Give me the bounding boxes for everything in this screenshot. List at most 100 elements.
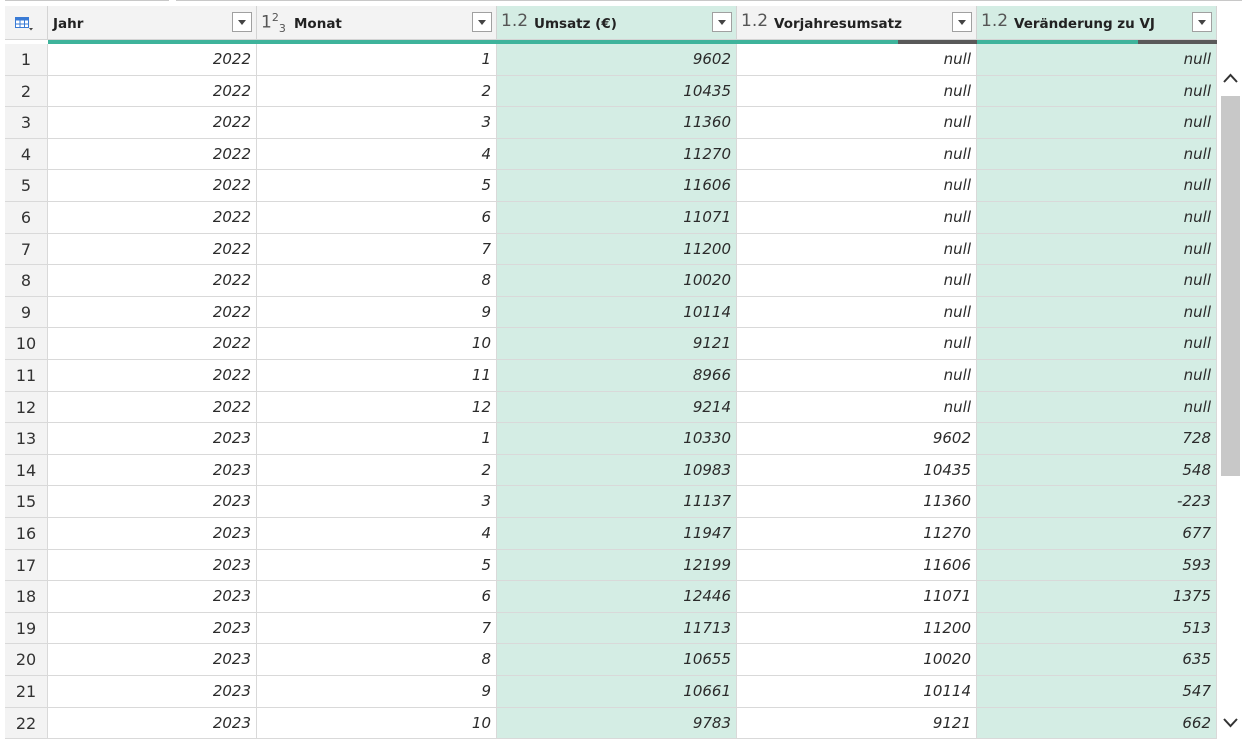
table-row[interactable]: 3 2022 3 11360 null null bbox=[5, 107, 1217, 139]
cell-jahr[interactable]: 2022 bbox=[48, 44, 257, 76]
table-row[interactable]: 11 2022 11 8966 null null bbox=[5, 360, 1217, 392]
row-number[interactable]: 21 bbox=[5, 676, 48, 708]
cell-vorjahresumsatz[interactable]: null bbox=[737, 296, 977, 329]
cell-umsatz[interactable]: 8966 bbox=[497, 360, 737, 392]
cell-monat[interactable]: 10 bbox=[257, 328, 497, 360]
cell-umsatz[interactable]: 9214 bbox=[497, 391, 737, 424]
cell-veraenderung[interactable]: -223 bbox=[977, 486, 1217, 518]
row-number[interactable]: 13 bbox=[5, 423, 48, 455]
cell-monat[interactable]: 3 bbox=[257, 486, 497, 518]
cell-umsatz[interactable]: 11947 bbox=[497, 518, 737, 550]
cell-vorjahresumsatz[interactable]: 10114 bbox=[737, 676, 977, 708]
cell-jahr[interactable]: 2022 bbox=[48, 328, 257, 360]
table-row[interactable]: 22 2023 10 9783 9121 662 bbox=[5, 707, 1217, 739]
cell-vorjahresumsatz[interactable]: null bbox=[737, 138, 977, 171]
cell-monat[interactable]: 7 bbox=[257, 612, 497, 645]
row-number[interactable]: 20 bbox=[5, 644, 48, 676]
cell-veraenderung[interactable]: null bbox=[977, 170, 1217, 202]
cell-vorjahresumsatz[interactable]: 11606 bbox=[737, 549, 977, 582]
cell-vorjahresumsatz[interactable]: 11360 bbox=[737, 486, 977, 518]
cell-veraenderung[interactable]: null bbox=[977, 360, 1217, 392]
cell-vorjahresumsatz[interactable]: 9602 bbox=[737, 423, 977, 455]
cell-umsatz[interactable]: 10330 bbox=[497, 423, 737, 455]
cell-monat[interactable]: 1 bbox=[257, 423, 497, 455]
row-number[interactable]: 18 bbox=[5, 581, 48, 613]
cell-monat[interactable]: 2 bbox=[257, 454, 497, 487]
cell-veraenderung[interactable]: 677 bbox=[977, 518, 1217, 550]
cell-veraenderung[interactable]: null bbox=[977, 75, 1217, 108]
cell-umsatz[interactable]: 11270 bbox=[497, 138, 737, 171]
cell-veraenderung[interactable]: 728 bbox=[977, 423, 1217, 455]
cell-monat[interactable]: 7 bbox=[257, 233, 497, 266]
table-row[interactable]: 14 2023 2 10983 10435 548 bbox=[5, 454, 1217, 487]
cell-monat[interactable]: 9 bbox=[257, 676, 497, 708]
row-number[interactable]: 8 bbox=[5, 265, 48, 297]
cell-jahr[interactable]: 2023 bbox=[48, 676, 257, 708]
cell-vorjahresumsatz[interactable]: null bbox=[737, 44, 977, 76]
table-row[interactable]: 21 2023 9 10661 10114 547 bbox=[5, 676, 1217, 708]
cell-umsatz[interactable]: 10655 bbox=[497, 644, 737, 676]
cell-veraenderung[interactable]: 1375 bbox=[977, 581, 1217, 613]
table-row[interactable]: 2 2022 2 10435 null null bbox=[5, 75, 1217, 108]
chevron-down-icon[interactable] bbox=[1221, 711, 1240, 733]
cell-monat[interactable]: 4 bbox=[257, 138, 497, 171]
cell-monat[interactable]: 9 bbox=[257, 296, 497, 329]
cell-monat[interactable]: 3 bbox=[257, 107, 497, 139]
row-number[interactable]: 4 bbox=[5, 138, 48, 171]
table-row[interactable]: 13 2023 1 10330 9602 728 bbox=[5, 423, 1217, 455]
table-row[interactable]: 10 2022 10 9121 null null bbox=[5, 328, 1217, 360]
cell-monat[interactable]: 2 bbox=[257, 75, 497, 108]
cell-veraenderung[interactable]: 593 bbox=[977, 549, 1217, 582]
column-header-veraenderung[interactable]: 1.2 Veränderung zu VJ bbox=[977, 6, 1217, 40]
table-menu-button[interactable] bbox=[5, 6, 48, 40]
row-number[interactable]: 14 bbox=[5, 454, 48, 487]
cell-umsatz[interactable]: 9783 bbox=[497, 707, 737, 739]
table-row[interactable]: 4 2022 4 11270 null null bbox=[5, 138, 1217, 171]
cell-veraenderung[interactable]: null bbox=[977, 202, 1217, 234]
column-filter-button[interactable] bbox=[232, 12, 252, 32]
table-row[interactable]: 7 2022 7 11200 null null bbox=[5, 233, 1217, 266]
table-row[interactable]: 8 2022 8 10020 null null bbox=[5, 265, 1217, 297]
scrollbar-thumb[interactable] bbox=[1221, 96, 1240, 476]
cell-jahr[interactable]: 2022 bbox=[48, 107, 257, 139]
cell-monat[interactable]: 10 bbox=[257, 707, 497, 739]
table-row[interactable]: 9 2022 9 10114 null null bbox=[5, 296, 1217, 329]
cell-veraenderung[interactable]: 513 bbox=[977, 612, 1217, 645]
cell-monat[interactable]: 6 bbox=[257, 581, 497, 613]
cell-vorjahresumsatz[interactable]: 10435 bbox=[737, 454, 977, 487]
cell-umsatz[interactable]: 11200 bbox=[497, 233, 737, 266]
column-header-umsatz[interactable]: 1.2 Umsatz (€) bbox=[497, 6, 737, 40]
column-header-jahr[interactable]: Jahr bbox=[48, 6, 257, 40]
vertical-scrollbar[interactable] bbox=[1218, 66, 1243, 735]
cell-umsatz[interactable]: 12446 bbox=[497, 581, 737, 613]
cell-jahr[interactable]: 2023 bbox=[48, 454, 257, 487]
table-row[interactable]: 20 2023 8 10655 10020 635 bbox=[5, 644, 1217, 676]
cell-jahr[interactable]: 2022 bbox=[48, 265, 257, 297]
cell-jahr[interactable]: 2022 bbox=[48, 360, 257, 392]
row-number[interactable]: 9 bbox=[5, 296, 48, 329]
cell-jahr[interactable]: 2023 bbox=[48, 581, 257, 613]
cell-jahr[interactable]: 2022 bbox=[48, 75, 257, 108]
cell-jahr[interactable]: 2023 bbox=[48, 423, 257, 455]
cell-veraenderung[interactable]: null bbox=[977, 107, 1217, 139]
cell-monat[interactable]: 8 bbox=[257, 265, 497, 297]
row-number[interactable]: 15 bbox=[5, 486, 48, 518]
cell-umsatz[interactable]: 10983 bbox=[497, 454, 737, 487]
cell-vorjahresumsatz[interactable]: null bbox=[737, 391, 977, 424]
cell-jahr[interactable]: 2022 bbox=[48, 233, 257, 266]
cell-jahr[interactable]: 2023 bbox=[48, 707, 257, 739]
cell-vorjahresumsatz[interactable]: null bbox=[737, 170, 977, 202]
column-filter-button[interactable] bbox=[952, 12, 972, 32]
row-number[interactable]: 11 bbox=[5, 360, 48, 392]
cell-vorjahresumsatz[interactable]: 11071 bbox=[737, 581, 977, 613]
cell-umsatz[interactable]: 9602 bbox=[497, 44, 737, 76]
cell-vorjahresumsatz[interactable]: 11270 bbox=[737, 518, 977, 550]
row-number[interactable]: 5 bbox=[5, 170, 48, 202]
cell-veraenderung[interactable]: null bbox=[977, 391, 1217, 424]
row-number[interactable]: 16 bbox=[5, 518, 48, 550]
column-filter-button[interactable] bbox=[472, 12, 492, 32]
cell-vorjahresumsatz[interactable]: null bbox=[737, 328, 977, 360]
cell-vorjahresumsatz[interactable]: 10020 bbox=[737, 644, 977, 676]
row-number[interactable]: 19 bbox=[5, 612, 48, 645]
table-row[interactable]: 1 2022 1 9602 null null bbox=[5, 44, 1217, 76]
